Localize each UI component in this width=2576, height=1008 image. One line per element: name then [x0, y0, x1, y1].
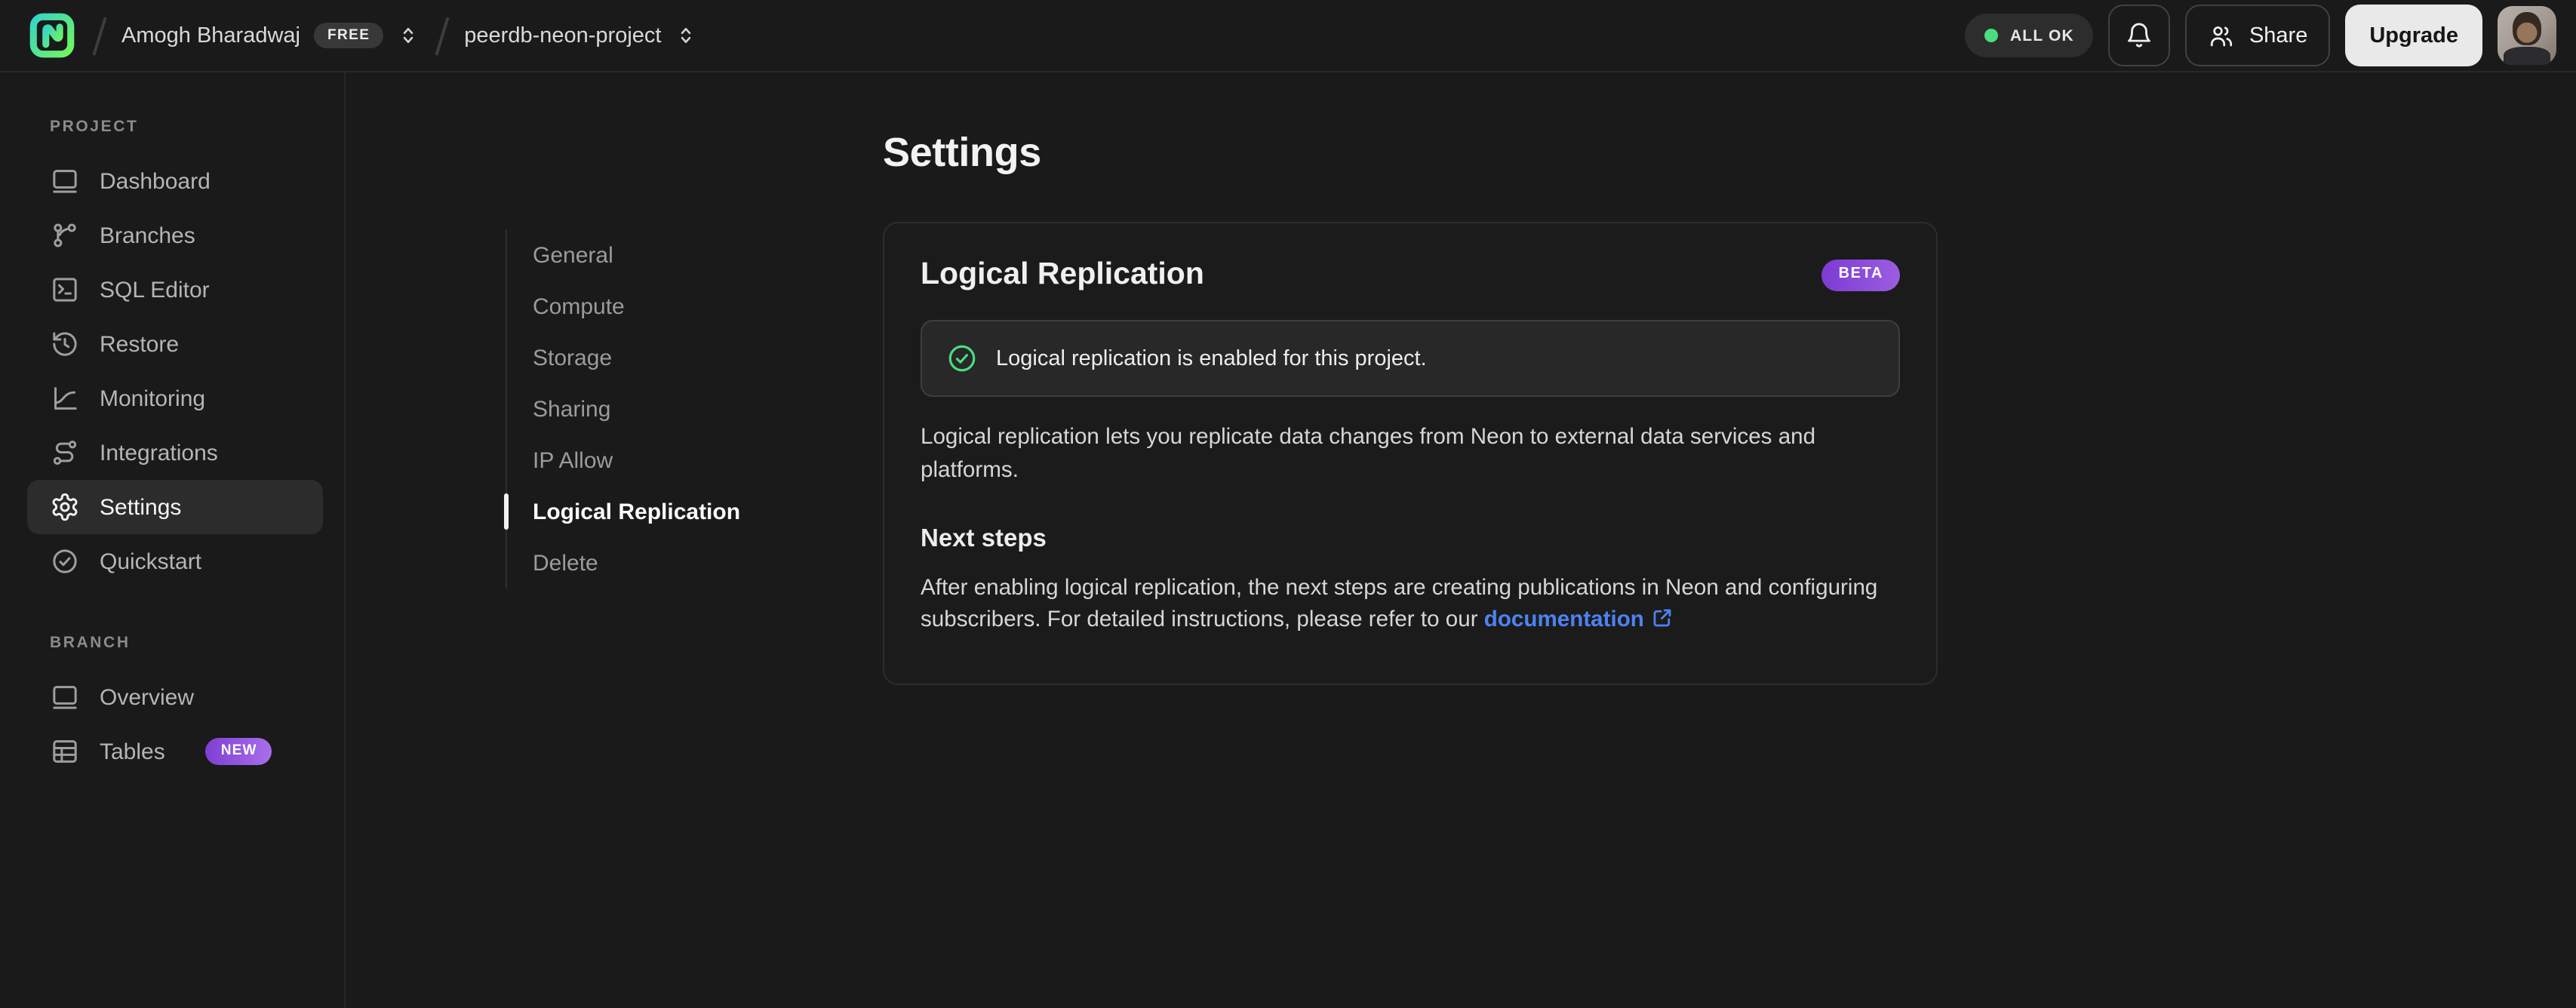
bell-icon	[2129, 23, 2151, 48]
check-circle-icon	[948, 345, 976, 372]
upgrade-button[interactable]: Upgrade	[2345, 5, 2482, 66]
org-name: Amogh Bharadwaj	[121, 23, 300, 48]
next-steps-heading: Next steps	[921, 524, 1047, 552]
app-window: Amogh Bharadwaj FREE peerdb-neon-project…	[0, 0, 2576, 1008]
subnav-item-ip-allow[interactable]: IP Allow	[507, 435, 762, 486]
section-label: BRANCH	[50, 634, 131, 652]
sidebar-item-dashboard[interactable]: Dashboard	[27, 154, 323, 208]
beta-badge: BETA	[1821, 259, 1900, 290]
org-switcher[interactable]: Amogh Bharadwaj FREE	[121, 22, 420, 49]
check-circle-icon	[53, 549, 77, 573]
documentation-link[interactable]: documentation	[1484, 609, 1644, 633]
project-switcher[interactable]: peerdb-neon-project	[464, 23, 697, 48]
sidebar-item-monitoring[interactable]: Monitoring	[27, 371, 323, 426]
sidebar-item-settings[interactable]: Settings	[27, 480, 323, 534]
subnav-item-delete[interactable]: Delete	[507, 537, 762, 589]
subnav-item-general[interactable]: General	[507, 229, 762, 281]
notifications-button[interactable]	[2108, 5, 2171, 66]
main-panel: Settings Logical Replication BETA Logica…	[883, 72, 2576, 1008]
sidebar-item-sql-editor[interactable]: SQL Editor	[27, 263, 323, 317]
terminal-icon	[53, 278, 77, 302]
sidebar-item-integrations[interactable]: Integrations	[27, 426, 323, 480]
new-badge: NEW	[205, 737, 272, 766]
breadcrumb-divider	[92, 16, 106, 55]
content-area: PROJECT Dashboard Branches SQL Editor Re…	[0, 72, 2576, 1008]
topbar-right: ALL OK Share Upgrade	[1964, 5, 2556, 66]
status-badge[interactable]: ALL OK	[1964, 14, 2094, 57]
topbar: Amogh Bharadwaj FREE peerdb-neon-project…	[0, 0, 2576, 72]
external-link-icon	[1654, 610, 1672, 627]
status-label: ALL OK	[2009, 26, 2074, 45]
gear-icon	[52, 493, 78, 521]
window-icon	[53, 170, 77, 193]
sidebar-section-branch: BRANCH Overview Tables NEW	[27, 634, 323, 779]
sidebar-item-branches[interactable]: Branches	[27, 208, 323, 263]
window-icon	[53, 686, 77, 709]
sidebar-section-project: PROJECT Dashboard Branches SQL Editor Re…	[27, 118, 323, 589]
chart-curve-icon	[54, 387, 77, 410]
card-header: Logical Replication BETA	[921, 257, 1900, 293]
share-label: Share	[2249, 23, 2308, 48]
share-button[interactable]: Share	[2185, 5, 2331, 66]
route-icon	[53, 440, 77, 465]
settings-subnav: General Compute Storage Sharing IP Allow…	[504, 229, 762, 589]
subnav-item-storage[interactable]: Storage	[507, 332, 762, 383]
section-label: PROJECT	[50, 118, 139, 136]
subnav-item-sharing[interactable]: Sharing	[507, 383, 762, 435]
avatar-photo	[2513, 12, 2541, 45]
subnav-item-logical-replication[interactable]: Logical Replication	[504, 486, 762, 537]
card-title: Logical Replication	[921, 257, 1204, 291]
sidebar-item-tables[interactable]: Tables NEW	[27, 724, 323, 779]
sidebar: PROJECT Dashboard Branches SQL Editor Re…	[0, 72, 346, 1008]
success-alert: Logical replication is enabled for this …	[921, 320, 1900, 397]
status-dot-icon	[1984, 29, 1998, 42]
subnav-item-compute[interactable]: Compute	[507, 281, 762, 332]
chevrons-up-down-icon	[681, 28, 691, 43]
page-title: Settings	[883, 130, 1041, 175]
history-icon	[53, 332, 77, 356]
users-icon	[2211, 26, 2233, 46]
sidebar-item-overview[interactable]: Overview	[27, 670, 323, 724]
sidebar-item-quickstart[interactable]: Quickstart	[27, 534, 323, 589]
git-branch-icon	[54, 223, 76, 247]
alert-text: Logical replication is enabled for this …	[996, 346, 1427, 370]
table-icon	[53, 740, 77, 763]
description-text: Logical replication lets you replicate d…	[921, 426, 1816, 483]
plan-badge: FREE	[314, 22, 384, 49]
topbar-left: Amogh Bharadwaj FREE peerdb-neon-project	[27, 11, 1965, 60]
user-avatar[interactable]	[2498, 6, 2556, 65]
neon-logo-icon[interactable]	[27, 11, 77, 60]
chevrons-up-down-icon	[404, 28, 413, 43]
logical-replication-card: Logical Replication BETA Logical replica…	[883, 222, 1938, 685]
next-steps-text: After enabling logical replication, the …	[921, 576, 1878, 633]
breadcrumb-divider	[435, 16, 449, 55]
project-name: peerdb-neon-project	[464, 23, 662, 48]
sidebar-item-restore[interactable]: Restore	[27, 317, 323, 371]
